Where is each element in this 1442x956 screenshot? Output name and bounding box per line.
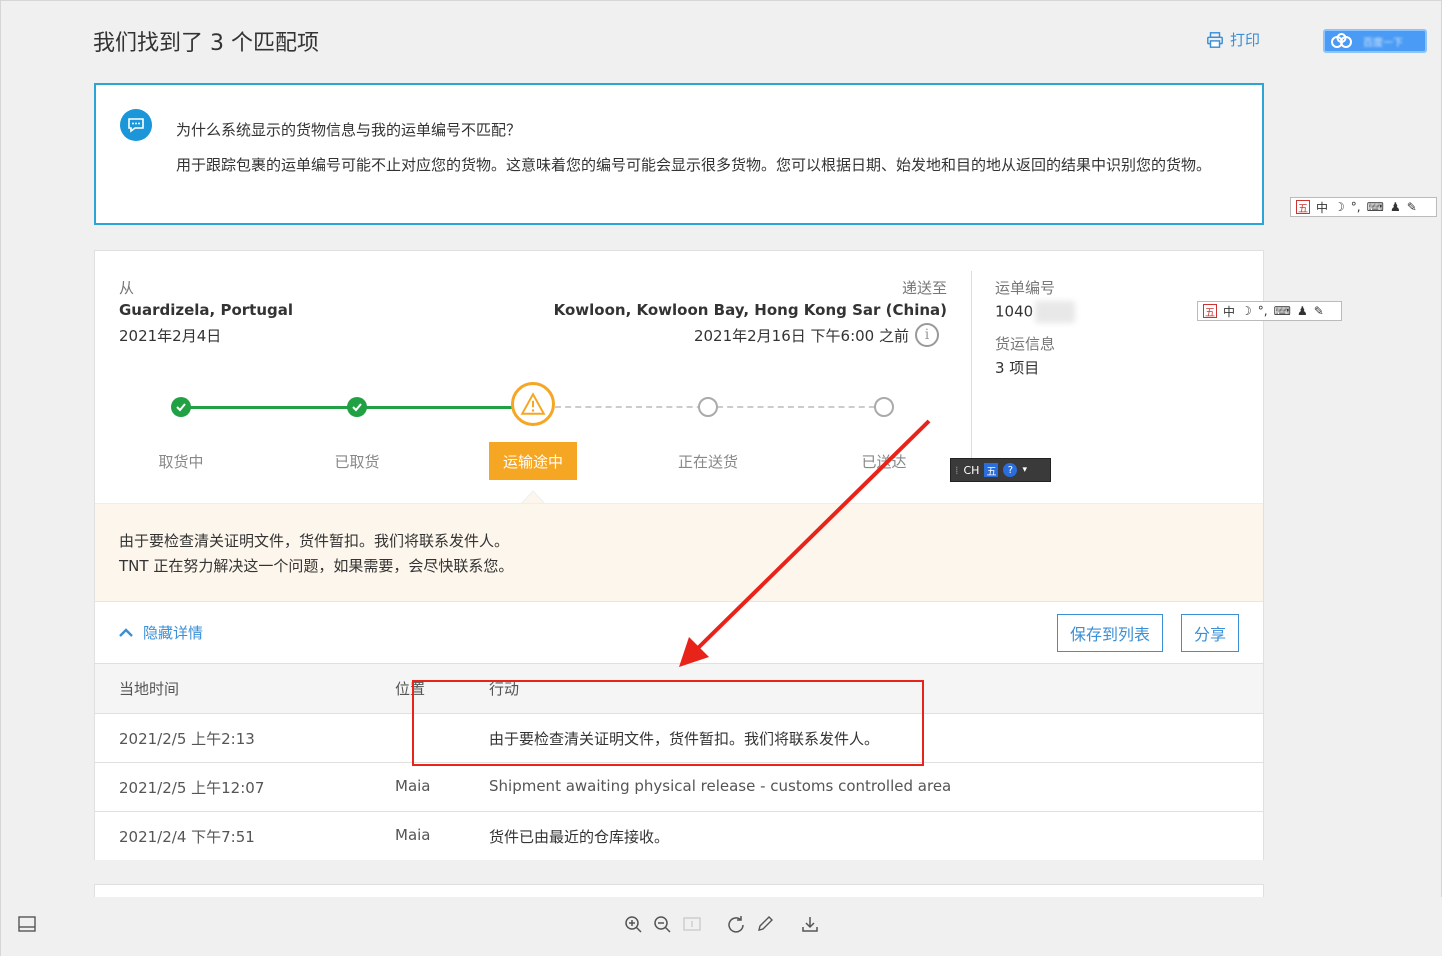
row-time: 2021/2/4 下午7:51	[119, 828, 255, 846]
header-location: 位置	[395, 680, 426, 698]
hide-details-label: 隐藏详情	[143, 624, 204, 642]
step-label-in-transit: 运输途中	[489, 442, 577, 480]
zoom-out-icon[interactable]	[652, 914, 672, 934]
chat-bubble-icon	[120, 109, 152, 141]
hide-details-toggle[interactable]: 隐藏详情	[119, 622, 203, 643]
chevron-up-icon	[119, 627, 133, 637]
waybill-label: 运单编号	[995, 279, 1056, 297]
waybill-value-row: 1040	[995, 301, 1076, 323]
print-link[interactable]: 打印	[1206, 29, 1260, 50]
ime-chinese-label: 中	[1223, 304, 1236, 319]
track-pending	[555, 406, 885, 408]
wubi-icon: 五	[1296, 200, 1310, 215]
shipment-card: 从 Guardizela, Portugal 2021年2月4日 递送至 Kow…	[94, 250, 1264, 860]
row-action: 由于要检查清关证明文件，货件暂扣。我们将联系发件人。	[489, 730, 880, 748]
table-row: 2021/2/4 下午7:51 Maia 货件已由最近的仓库接收。	[95, 811, 1263, 860]
step-check-icon	[171, 397, 191, 417]
wubi-icon: 五	[984, 463, 999, 478]
edit-icon[interactable]	[755, 914, 775, 934]
waybill-value: 1040	[995, 302, 1034, 321]
cargo-value: 3 项目	[995, 359, 1040, 377]
moon-icon: ☽	[1241, 304, 1252, 318]
user-icon: ♟	[1296, 304, 1308, 318]
info-answer: 用于跟踪包裹的运单编号可能不止对应您的货物。这意味着您的编号可能会显示很多货物。…	[176, 156, 1212, 174]
printer-icon	[1207, 31, 1223, 48]
row-action: Shipment awaiting physical release - cus…	[489, 777, 952, 795]
panel-toggle-icon[interactable]	[17, 914, 37, 934]
wrench-icon: ✎	[1313, 304, 1324, 318]
wrench-icon: ✎	[1406, 200, 1417, 214]
page: 我们找到了 3 个匹配项 打印 百度一下 为什么系统显示的货物信息与我的运单编号…	[0, 0, 1442, 956]
info-panel: 为什么系统显示的货物信息与我的运单编号不匹配？ 用于跟踪包裹的运单编号可能不止对…	[94, 83, 1264, 225]
moon-icon: ☽	[1334, 200, 1345, 214]
step-pending-dot	[874, 397, 894, 417]
to-place: Kowloon, Kowloon Bay, Hong Kong Sar (Chi…	[553, 301, 947, 319]
notice-line-2: TNT 正在努力解决这一个问题，如果需要，会尽快联系您。	[119, 557, 514, 575]
download-icon[interactable]	[800, 914, 820, 934]
header-time: 当地时间	[119, 680, 180, 698]
header-action: 行动	[489, 680, 520, 698]
tracking-table: 当地时间 位置 行动 2021/2/5 上午2:13 由于要检查清关证明文件，货…	[95, 663, 1263, 860]
grip-icon: ⁞	[955, 463, 959, 477]
to-date: 2021年2月16日 下午6:00 之前	[693, 327, 909, 345]
step-label-picking: 取货中	[158, 453, 204, 471]
page-title: 我们找到了 3 个匹配项	[93, 31, 319, 56]
zoom-in-icon[interactable]	[623, 914, 643, 934]
step-label-picked: 已取货	[334, 453, 380, 471]
keyboard-icon: ⌨	[1366, 200, 1384, 214]
table-row: 2021/2/5 上午12:07 Maia Shipment awaiting …	[95, 762, 1263, 811]
dropdown-icon: ▾	[1022, 465, 1027, 475]
save-to-list-button[interactable]: 保存到列表	[1057, 614, 1163, 652]
info-question: 为什么系统显示的货物信息与我的运单编号不匹配？	[176, 121, 522, 139]
baidu-upload-button[interactable]: 百度一下	[1323, 29, 1427, 53]
warning-icon	[511, 382, 555, 426]
row-action: 货件已由最近的仓库接收。	[489, 828, 670, 846]
from-place: Guardizela, Portugal	[119, 301, 294, 319]
user-icon: ♟	[1389, 200, 1401, 214]
row-time: 2021/2/5 上午2:13	[119, 730, 255, 748]
share-button[interactable]: 分享	[1181, 614, 1239, 652]
language-code: CH	[963, 463, 980, 477]
info-icon[interactable]: i	[915, 323, 939, 347]
step-pending-dot	[698, 397, 718, 417]
punctuation-icon: °,	[1350, 200, 1361, 214]
ime-toolbar[interactable]: 五 中 ☽ °, ⌨ ♟ ✎	[1290, 197, 1437, 217]
status-notice: 由于要检查清关证明文件，货件暂扣。我们将联系发件人。 TNT 正在努力解决这一个…	[95, 503, 1263, 601]
actions-row: 隐藏详情 保存到列表 分享	[95, 601, 1263, 663]
row-location: Maia	[395, 777, 431, 795]
wubi-icon: 五	[1203, 304, 1217, 319]
divider	[971, 271, 972, 471]
help-icon: ?	[1003, 463, 1018, 477]
from-date: 2021年2月4日	[119, 327, 222, 345]
ime-chinese-label: 中	[1316, 200, 1329, 215]
table-row: 2021/2/5 上午2:13 由于要检查清关证明文件，货件暂扣。我们将联系发件…	[95, 713, 1263, 762]
punctuation-icon: °,	[1257, 304, 1268, 318]
row-location: Maia	[395, 826, 431, 844]
actual-size-icon	[683, 917, 701, 931]
step-label-delivering: 正在送货	[677, 453, 738, 471]
baidu-label: 百度一下	[1363, 37, 1403, 49]
track-done-1	[181, 406, 357, 409]
from-label: 从	[119, 279, 135, 297]
table-header: 当地时间 位置 行动	[95, 663, 1263, 713]
viewer-toolbar	[1, 897, 1442, 956]
track-done-2	[357, 406, 513, 409]
rotate-icon[interactable]	[726, 914, 746, 934]
row-time: 2021/2/5 上午12:07	[119, 779, 265, 797]
keyboard-icon: ⌨	[1273, 304, 1291, 318]
language-bar[interactable]: ⁞ CH 五 ? ▾	[950, 458, 1051, 482]
step-label-delivered: 已送达	[861, 453, 907, 471]
to-label: 递送至	[901, 279, 947, 297]
notice-line-1: 由于要检查清关证明文件，货件暂扣。我们将联系发件人。	[119, 532, 510, 550]
redacted-mark	[1035, 301, 1076, 323]
step-check-icon	[347, 397, 367, 417]
print-label: 打印	[1230, 31, 1261, 49]
ime-toolbar[interactable]: 五 中 ☽ °, ⌨ ♟ ✎	[1197, 301, 1342, 321]
cloud-icon	[1331, 33, 1352, 48]
cargo-label: 货运信息	[995, 335, 1056, 353]
